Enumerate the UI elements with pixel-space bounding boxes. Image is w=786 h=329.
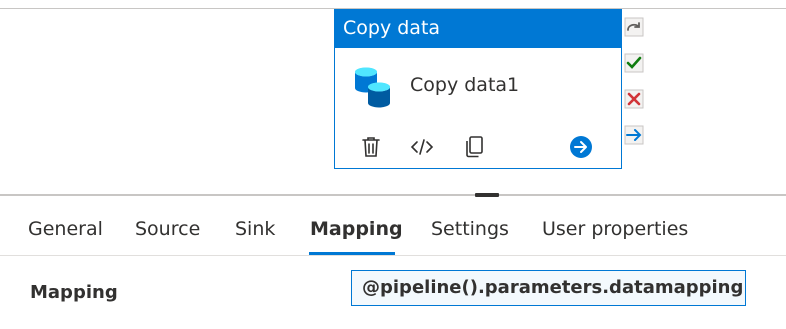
mapping-field-label: Mapping	[30, 282, 118, 303]
go-arrow-icon[interactable]	[567, 132, 595, 162]
code-icon[interactable]	[408, 132, 436, 162]
mapping-expression-input[interactable]: @pipeline().parameters.datamapping	[351, 270, 746, 306]
skip-redo-icon[interactable]	[624, 17, 644, 37]
activity-dependency-handles	[624, 17, 646, 161]
properties-tabs: General Source Sink Mapping Settings Use…	[0, 196, 786, 256]
database-icon	[353, 66, 393, 110]
completion-arrow-icon[interactable]	[624, 125, 644, 145]
tab-source[interactable]: Source	[135, 218, 200, 240]
tab-user-properties[interactable]: User properties	[542, 218, 688, 240]
delete-icon[interactable]	[357, 132, 385, 162]
activity-actions	[335, 132, 621, 166]
activity-body: Copy data1	[335, 48, 621, 128]
copy-data-activity[interactable]: Copy data Copy data1	[334, 9, 622, 169]
success-check-icon[interactable]	[624, 53, 644, 73]
tab-sink[interactable]: Sink	[235, 218, 275, 240]
active-tab-indicator	[309, 252, 395, 255]
activity-name: Copy data1	[410, 74, 520, 96]
tab-general[interactable]: General	[28, 218, 103, 240]
clone-icon[interactable]	[460, 132, 488, 162]
activity-type-title: Copy data	[335, 10, 621, 48]
tab-mapping[interactable]: Mapping	[310, 218, 403, 240]
pipeline-canvas[interactable]: Copy data Copy data1	[0, 9, 786, 194]
tab-settings[interactable]: Settings	[431, 218, 509, 240]
failure-x-icon[interactable]	[624, 89, 644, 109]
